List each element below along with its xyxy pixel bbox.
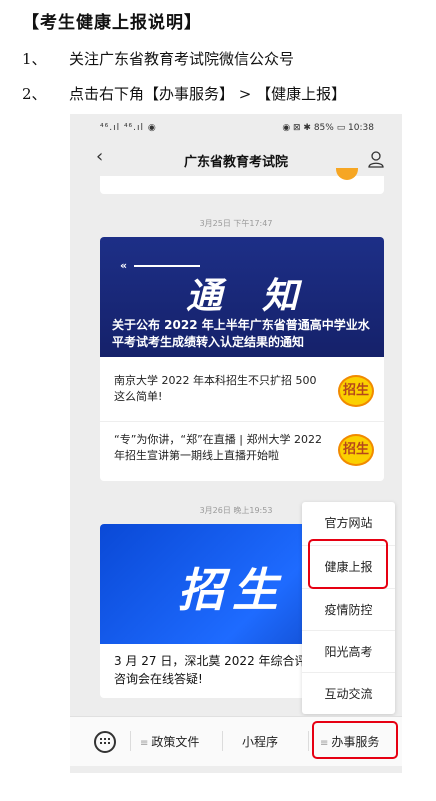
tab-policy-documents[interactable]: ≡ 政策文件 [140, 733, 199, 750]
highlight-box [308, 539, 388, 589]
menu-icon: ≡ [140, 738, 149, 749]
divider [130, 731, 131, 751]
tab-label: 政策文件 [151, 735, 200, 749]
previous-article-card[interactable] [100, 168, 384, 194]
highlight-box [312, 721, 398, 759]
article-title: 南京大学 2022 年本科招生不只扩招 500 这么简单! [114, 374, 317, 403]
step-text: 关注广东省教育考试院微信公众号 [69, 50, 295, 68]
tab-mini-program[interactable]: 小程序 [242, 733, 278, 750]
signal-indicators: ⁴⁶.ıl ⁴⁶.ıl ◉ [100, 123, 157, 133]
badge-icon [336, 168, 358, 180]
banner-headline: 通知 [186, 276, 339, 317]
message-timestamp: 3月25日 下午17:47 [199, 219, 273, 228]
step-number: 1、 [22, 50, 47, 68]
admission-badge-icon: 招生 [338, 375, 374, 407]
keyboard-icon[interactable] [94, 731, 116, 753]
service-submenu: 官方网站 健康上报 疫情防控 阳光高考 互动交流 [302, 502, 395, 714]
instructions-title: 【考生健康上报说明】 [22, 13, 202, 33]
menu-item-official-site[interactable]: 官方网站 [302, 502, 395, 544]
article-title: “专”为你讲，“郑”在直播 | 郑州大学 2022 年招生宣讲第一期线上直播开始… [114, 433, 322, 462]
notice-banner[interactable]: « 通知 关于公布 2022 年上半年广东省普通高中学业水平考试考生成绩转入认定… [100, 237, 384, 357]
menu-item-sunshine-gaokao[interactable]: 阳光高考 [302, 630, 395, 672]
step-1: 1、 关注广东省教育考试院微信公众号 [22, 48, 294, 69]
arrow-decoration-icon: « [120, 259, 128, 272]
divider [222, 731, 223, 751]
article-group-card: « 通知 关于公布 2022 年上半年广东省普通高中学业水平考试考生成绩转入认定… [100, 237, 384, 481]
profile-icon[interactable] [368, 151, 384, 168]
step-number: 2、 [22, 85, 47, 103]
menu-item-interaction[interactable]: 互动交流 [302, 672, 395, 714]
step-text: 点击右下角【办事服务】 > 【健康上报】 [69, 85, 347, 103]
step-2: 2、 点击右下角【办事服务】 > 【健康上报】 [22, 83, 346, 104]
status-bar: ⁴⁶.ıl ⁴⁶.ıl ◉ ◉ ⊠ ✱ 85% ▭ 10:38 [70, 114, 402, 140]
list-item[interactable]: “专”为你讲，“郑”在直播 | 郑州大学 2022 年招生宣讲第一期线上直播开始… [100, 421, 384, 479]
admission-badge-icon: 招生 [338, 434, 374, 466]
phone-screenshot: ⁴⁶.ıl ⁴⁶.ıl ◉ ◉ ⊠ ✱ 85% ▭ 10:38 ‹ 广东省教育考… [70, 114, 402, 773]
menu-item-epidemic-control[interactable]: 疫情防控 [302, 588, 395, 630]
list-item[interactable]: 南京大学 2022 年本科招生不只扩招 500 这么简单! 招生 [100, 363, 384, 421]
banner-caption: 关于公布 2022 年上半年广东省普通高中学业水平考试考生成绩转入认定结果的通知 [112, 318, 370, 349]
divider [308, 731, 309, 751]
banner-headline: 招生 [178, 563, 286, 617]
tab-label: 小程序 [242, 735, 279, 749]
status-right: ◉ ⊠ ✱ 85% ▭ 10:38 [282, 123, 374, 133]
